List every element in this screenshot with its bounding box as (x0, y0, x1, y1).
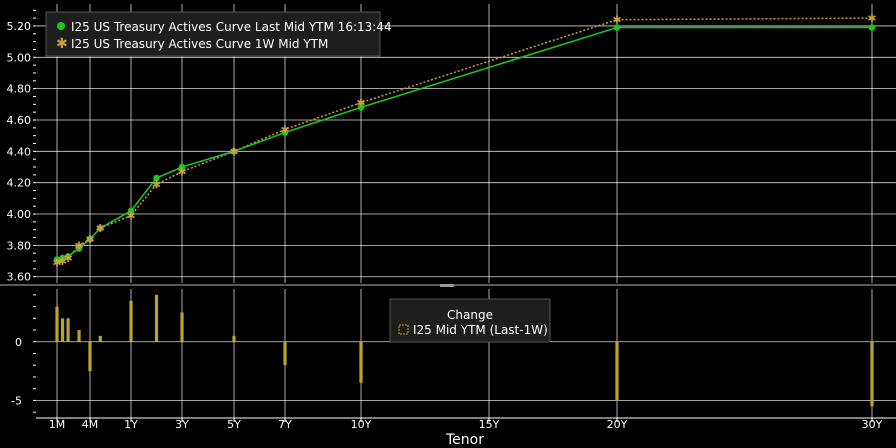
change-bar (359, 341, 363, 383)
y-tick-label: 4.40 (7, 145, 32, 158)
change-bar (180, 312, 184, 342)
series-last-point (868, 24, 876, 31)
y-tick-label: 5.00 (7, 51, 32, 64)
x-tick-label: 1M (49, 418, 66, 431)
y-tick-label: 3.80 (7, 239, 32, 252)
series-1w-point: ✱ (63, 252, 72, 265)
legend-dot-marker (57, 22, 65, 30)
x-tick-label: 4M (82, 418, 99, 431)
change-bar (154, 294, 159, 342)
change-bar (232, 335, 236, 342)
series-1w-point: ✱ (612, 14, 621, 27)
change-legend: Change I25 Mid YTM (Last-1W) (389, 298, 551, 343)
x-tick-label: 1Y (124, 418, 138, 431)
divider-handle[interactable] (440, 284, 454, 287)
series-1w-point: ✱ (96, 222, 105, 235)
series-1w-point: ✱ (74, 239, 83, 252)
change-bar (283, 341, 287, 366)
y-tick-label: 4.60 (7, 114, 32, 127)
chart-background (0, 0, 896, 448)
x-tick-label: 30Y (862, 418, 883, 431)
x-tick-label: 15Y (479, 418, 500, 431)
series-1w-point: ✱ (229, 145, 238, 158)
y-tick-label: 5.20 (7, 20, 32, 33)
change-bar (60, 318, 65, 342)
series-1w-point: ✱ (356, 97, 365, 110)
y-tick-label: 4.20 (7, 177, 32, 190)
x-tick-label: 7Y (278, 418, 292, 431)
x-tick-label: 5Y (227, 418, 241, 431)
yield-curve-chart: 3.60 3.80 4.00 4.20 4.40 4.60 4.80 5.00 5.20 -5 0 1… (0, 0, 896, 448)
x-axis-title: Tenor (445, 432, 484, 448)
x-tick-label: 3Y (175, 418, 189, 431)
series-1w-point: ✱ (152, 178, 161, 191)
legend-last-label: I25 US Treasury Actives Curve Last Mid Y… (71, 20, 392, 34)
x-tick-label: 10Y (351, 418, 372, 431)
series-1w-point: ✱ (280, 123, 289, 136)
y-tick-label: 3.60 (7, 271, 32, 284)
legend-week-label: I25 US Treasury Actives Curve 1W Mid YTM (71, 37, 328, 51)
change-bar (870, 341, 874, 407)
legend-star-marker: ✱ (56, 36, 68, 52)
change-bar (55, 306, 59, 342)
change-legend-title: Change (447, 308, 493, 322)
series-1w-point: ✱ (177, 166, 186, 179)
change-bar (98, 335, 102, 342)
x-tick-label: 20Y (607, 418, 628, 431)
series-1w-point: ✱ (867, 12, 876, 25)
series-1w-point: ✱ (126, 210, 135, 223)
change-bar (77, 330, 81, 342)
change-bar (615, 341, 619, 401)
y-tick-label-bottom: -5 (11, 394, 22, 407)
change-bar (129, 300, 133, 342)
series-1w-point: ✱ (85, 233, 94, 246)
y-tick-label-bottom: 0 (15, 336, 22, 349)
y-tick-label: 4.80 (7, 83, 32, 96)
change-legend-label: I25 Mid YTM (Last-1W) (413, 323, 548, 337)
y-tick-label: 4.00 (7, 208, 32, 221)
change-bar (88, 341, 92, 372)
top-legend: I25 US Treasury Actives Curve Last Mid Y… (45, 11, 392, 57)
change-bar (66, 318, 70, 342)
